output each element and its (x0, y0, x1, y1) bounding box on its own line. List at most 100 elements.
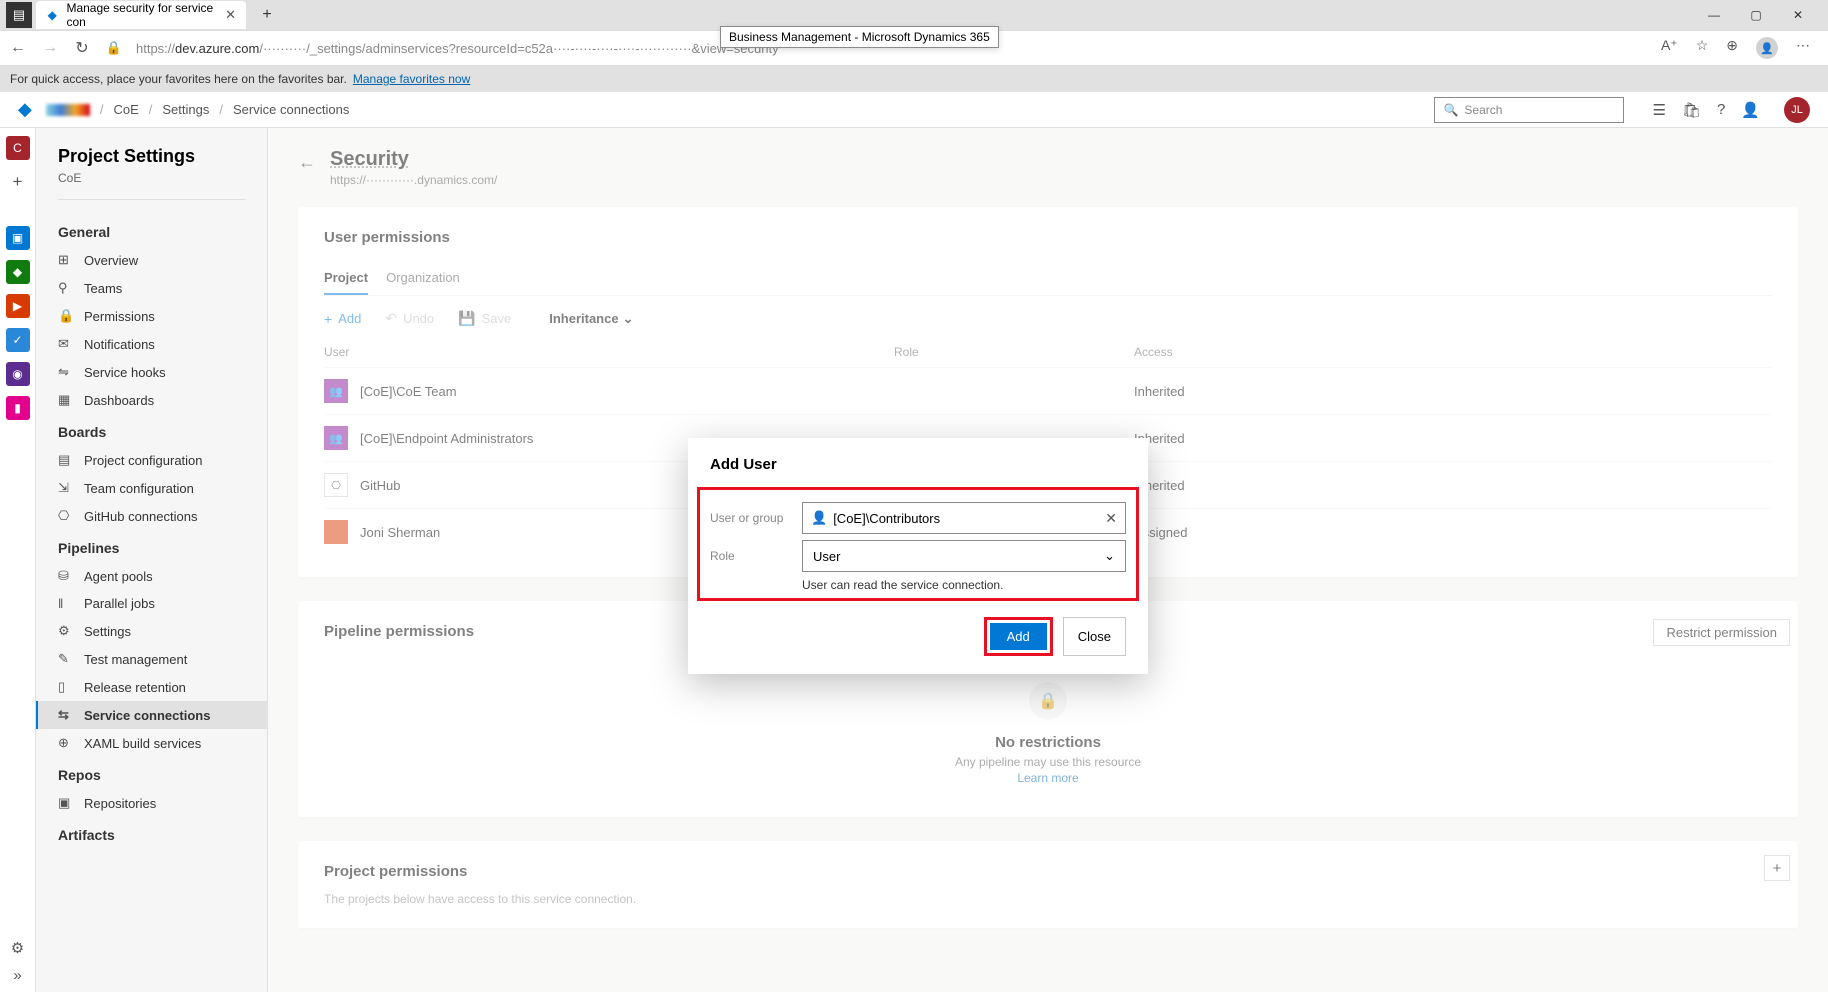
manage-favorites-link[interactable]: Manage favorites now (353, 72, 470, 86)
user-avatar[interactable]: JL (1784, 97, 1810, 123)
dialog-title: Add User (710, 456, 1126, 473)
collections-icon[interactable]: ⊕ (1726, 37, 1738, 59)
sidebar-item-service-connections[interactable]: ⇆Service connections (36, 701, 267, 729)
overview-icon: ⊞ (58, 252, 74, 268)
breadcrumb-project[interactable]: CoE (113, 102, 138, 117)
window-close-icon[interactable]: ✕ (1788, 8, 1808, 22)
pipelines-rail-icon[interactable]: ▶ (6, 294, 30, 318)
sidebar-item-github-connections[interactable]: ⎔GitHub connections (36, 502, 267, 530)
window-minimize-icon[interactable]: — (1704, 8, 1724, 22)
project-settings-icon[interactable]: ⚙ (6, 939, 30, 957)
notifications-icon: ✉ (58, 336, 74, 352)
add-project-icon[interactable]: + (6, 170, 30, 194)
breadcrumb: / CoE / Settings / Service connections (46, 102, 350, 117)
learn-more-link[interactable]: Learn more (1017, 771, 1078, 785)
agent-pools-icon: ⛁ (58, 568, 74, 584)
sidebar-item-label: Parallel jobs (84, 596, 155, 611)
breadcrumb-service-connections[interactable]: Service connections (233, 102, 349, 117)
row-avatar-icon: 👥 (324, 379, 348, 403)
sidebar-item-test-management[interactable]: ✎Test management (36, 645, 267, 673)
add-button[interactable]: +Add (324, 311, 361, 327)
add-project-permission-button[interactable]: + (1764, 855, 1790, 881)
sidebar-title: Project Settings (36, 146, 267, 167)
save-icon: 💾 (458, 310, 475, 327)
sidebar-item-permissions[interactable]: 🔒Permissions (36, 302, 267, 330)
search-input[interactable]: 🔍 Search (1434, 97, 1624, 123)
devops-favicon: ◆ (46, 8, 58, 22)
back-arrow-icon[interactable]: ← (298, 152, 316, 173)
github-connections-icon: ⎔ (58, 508, 74, 524)
sidebar-section-artifacts: Artifacts (36, 817, 267, 849)
tab-actions-icon[interactable]: ▤ (6, 2, 32, 28)
clear-icon[interactable]: ✕ (1105, 510, 1117, 527)
link-tooltip: Business Management - Microsoft Dynamics… (720, 26, 999, 48)
sidebar-item-dashboards[interactable]: ▦Dashboards (36, 386, 267, 414)
org-name-redacted[interactable] (46, 104, 90, 116)
role-select[interactable]: User ⌄ (802, 540, 1126, 572)
sidebar-item-agent-pools[interactable]: ⛁Agent pools (36, 562, 267, 590)
more-icon[interactable]: ⋯ (1796, 37, 1810, 59)
dialog-add-button[interactable]: Add (990, 623, 1047, 650)
tab-close-icon[interactable]: ✕ (225, 7, 236, 23)
refresh-button[interactable]: ↻ (72, 38, 92, 58)
extra-rail-icon[interactable]: ▮ (6, 396, 30, 420)
window-maximize-icon[interactable]: ▢ (1746, 8, 1766, 22)
sidebar-item-release-retention[interactable]: ▯Release retention (36, 673, 267, 701)
tab-organization[interactable]: Organization (386, 262, 460, 295)
sidebar-item-overview[interactable]: ⊞ Overview (36, 246, 267, 274)
user-or-group-label: User or group (710, 511, 792, 525)
person-icon: 👤 (811, 510, 827, 526)
sidebar-item-teams[interactable]: ⚲Teams (36, 274, 267, 302)
lock-icon: 🔒 (1029, 682, 1067, 720)
site-info-icon[interactable]: 🔒 (104, 40, 124, 56)
dialog-close-button[interactable]: Close (1063, 617, 1126, 656)
user-settings-icon[interactable]: 👤 (1741, 101, 1760, 119)
sidebar-item-service-hooks[interactable]: ⇋Service hooks (36, 358, 267, 386)
row-access: Inherited (1134, 384, 1185, 399)
list-icon[interactable]: ☰ (1652, 101, 1665, 119)
sidebar-section-pipelines: Pipelines (36, 530, 267, 562)
sidebar-item-parallel-jobs[interactable]: ‖Parallel jobs (36, 590, 267, 617)
sidebar-item-repositories[interactable]: ▣Repositories (36, 789, 267, 817)
testplans-rail-icon[interactable]: ✓ (6, 328, 30, 352)
sidebar-section-repos: Repos (36, 757, 267, 789)
project-icon-coe[interactable]: C (6, 136, 30, 160)
restrict-permission-button[interactable]: Restrict permission (1653, 619, 1790, 646)
back-button[interactable]: ← (8, 39, 28, 57)
col-access: Access (1134, 345, 1173, 359)
service-hooks-icon: ⇋ (58, 364, 74, 380)
chevron-down-icon: ⌄ (623, 311, 634, 327)
table-row[interactable]: 👥[CoE]\CoE TeamInherited (324, 367, 1772, 414)
marketplace-icon[interactable]: 🛍 (1682, 101, 1701, 119)
inheritance-dropdown[interactable]: Inheritance⌄ (549, 311, 633, 327)
sidebar-item-label: Overview (84, 253, 138, 268)
sidebar-item-xaml-build-services[interactable]: ⊕XAML build services (36, 729, 267, 757)
sidebar-item-notifications[interactable]: ✉Notifications (36, 330, 267, 358)
col-user: User (324, 345, 894, 359)
no-restrictions-sub: Any pipeline may use this resource (955, 755, 1141, 769)
azure-devops-logo-icon[interactable]: ◆ (18, 99, 32, 120)
favorites-star-icon[interactable]: ☆ (1696, 37, 1709, 59)
new-tab-button[interactable]: + (254, 6, 280, 24)
read-aloud-icon[interactable]: A⁺ (1661, 37, 1678, 59)
breadcrumb-settings[interactable]: Settings (162, 102, 209, 117)
sidebar-item-settings[interactable]: ⚙Settings (36, 617, 267, 645)
repos-rail-icon[interactable]: ◆ (6, 260, 30, 284)
profile-icon[interactable]: 👤 (1756, 37, 1778, 59)
artifacts-rail-icon[interactable]: ◉ (6, 362, 30, 386)
help-icon[interactable]: ? (1717, 101, 1725, 118)
sidebar-item-team-configuration[interactable]: ⇲Team configuration (36, 474, 267, 502)
user-or-group-input[interactable]: 👤 [CoE]\Contributors ✕ (802, 502, 1126, 534)
forward-button: → (40, 39, 60, 57)
search-icon: 🔍 (1443, 103, 1458, 117)
boards-rail-icon[interactable]: ▣ (6, 226, 30, 250)
row-avatar-icon: ⎔ (324, 473, 348, 497)
undo-icon: ↶ (385, 310, 397, 327)
sidebar-item-project-configuration[interactable]: ▤Project configuration (36, 446, 267, 474)
undo-button: ↶Undo (385, 310, 434, 327)
sidebar-item-label: Permissions (84, 309, 155, 324)
sidebar-item-label: Teams (84, 281, 122, 296)
tab-project[interactable]: Project (324, 262, 368, 295)
browser-tab[interactable]: ◆ Manage security for service con ✕ (36, 1, 246, 29)
expand-rail-icon[interactable]: » (6, 967, 30, 984)
